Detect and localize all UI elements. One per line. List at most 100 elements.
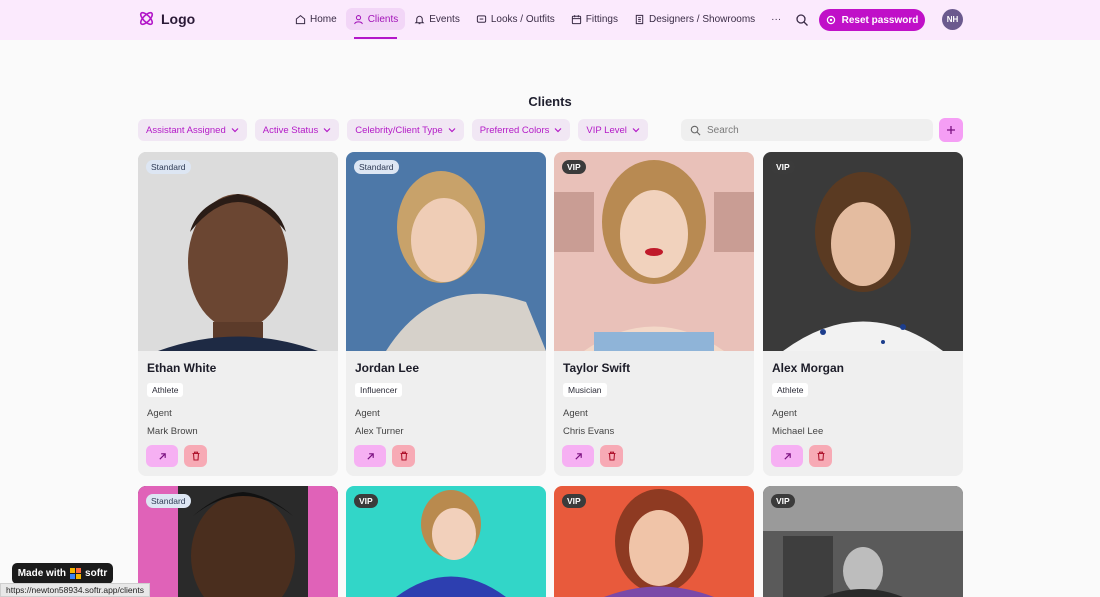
bell-icon [414, 15, 425, 24]
trash-icon [608, 451, 615, 461]
tier-badge: VIP [771, 160, 795, 174]
client-type-chip: Athlete [772, 383, 809, 397]
filter-label: Active Status [262, 124, 319, 136]
nav-home[interactable]: Home [288, 8, 344, 30]
filter-label: Assistant Assigned [146, 124, 226, 136]
nav-home-label: Home [310, 13, 337, 25]
arrow-up-right-icon [366, 452, 374, 460]
chevron-down-icon [632, 128, 640, 133]
client-card[interactable]: VIP [346, 486, 546, 597]
tier-badge: Standard [146, 160, 191, 174]
delete-button[interactable] [600, 445, 623, 467]
arrow-up-right-icon [783, 452, 791, 460]
agent-label: Agent [563, 408, 588, 419]
client-name: Taylor Swift [563, 361, 631, 375]
delete-button[interactable] [809, 445, 832, 467]
main-nav: Home Clients Events Looks / Outfits Fitt… [288, 8, 788, 39]
portrait-image [554, 152, 754, 351]
open-button[interactable] [146, 445, 178, 467]
agent-name: Chris Evans [563, 426, 615, 437]
trash-icon [400, 451, 407, 461]
add-client-button[interactable] [939, 118, 963, 142]
nav-designers-showrooms[interactable]: Designers / Showrooms [627, 8, 762, 30]
client-photo: Standard [346, 152, 546, 351]
filter-vip-level[interactable]: VIP Level [578, 119, 648, 141]
agent-label: Agent [147, 408, 172, 419]
open-button[interactable] [771, 445, 803, 467]
nav-events[interactable]: Events [407, 8, 467, 30]
client-name: Ethan White [147, 361, 217, 375]
agent-label: Agent [772, 408, 797, 419]
logo-icon [139, 11, 154, 26]
client-type-chip: Influencer [355, 383, 403, 397]
chevron-down-icon [448, 128, 456, 133]
filter-label: Celebrity/Client Type [355, 124, 443, 136]
nav-clients-label: Clients [367, 13, 399, 25]
logo-text: Logo [161, 10, 196, 27]
tier-badge: VIP [771, 494, 795, 508]
nav-more-button[interactable]: ··· [764, 8, 788, 30]
delete-button[interactable] [184, 445, 207, 467]
nav-looks-outfits[interactable]: Looks / Outfits [469, 8, 562, 30]
nav-fittings-label: Fittings [585, 13, 618, 25]
header-search-icon[interactable] [795, 13, 809, 27]
nav-looks-outfits-label: Looks / Outfits [490, 13, 555, 25]
client-photo: VIP [554, 152, 754, 351]
more-icon: ··· [771, 13, 782, 25]
client-photo: VIP [763, 152, 963, 351]
nav-fittings[interactable]: Fittings [564, 8, 625, 30]
client-name: Jordan Lee [355, 361, 420, 375]
client-card[interactable]: VIP [763, 486, 963, 597]
client-card[interactable]: VIP [554, 486, 754, 597]
filter-label: Preferred Colors [479, 124, 550, 136]
filter-client-type[interactable]: Celebrity/Client Type [347, 119, 464, 141]
nav-designers-showrooms-label: Designers / Showrooms [649, 13, 756, 25]
search-bar [681, 119, 933, 141]
arrow-up-right-icon [158, 452, 166, 460]
tier-badge: VIP [562, 494, 586, 508]
nav-clients[interactable]: Clients [345, 8, 406, 39]
nav-events-label: Events [429, 13, 460, 25]
client-name: Alex Morgan [772, 361, 845, 375]
chevron-down-icon [554, 128, 562, 133]
client-card[interactable]: Standard [138, 486, 338, 597]
tag-icon [476, 14, 486, 23]
agent-name: Mark Brown [147, 426, 198, 437]
softr-brand-label: softr [85, 568, 108, 579]
logo[interactable]: Logo [138, 10, 195, 27]
chevron-down-icon [323, 128, 331, 133]
agent-label: Agent [355, 408, 380, 419]
chevron-down-icon [231, 128, 239, 133]
calendar-icon [571, 14, 581, 24]
tier-badge: Standard [146, 494, 191, 508]
tier-badge: VIP [354, 494, 378, 508]
client-photo: VIP [554, 486, 754, 597]
open-button[interactable] [354, 445, 386, 467]
search-icon [690, 125, 701, 135]
portrait-image [346, 152, 546, 351]
agent-name: Michael Lee [772, 426, 824, 437]
trash-icon [817, 451, 824, 461]
filter-label: VIP Level [586, 124, 627, 136]
trash-icon [192, 451, 199, 461]
user-icon [353, 14, 363, 24]
home-icon [295, 14, 306, 24]
filter-preferred-colors[interactable]: Preferred Colors [471, 119, 571, 141]
client-type-chip: Musician [563, 383, 607, 397]
made-with-label: Made with [17, 568, 67, 579]
client-card[interactable]: VIP Alex Morgan Athlete Agent Michael Le… [763, 152, 963, 476]
top-nav-bar: Logo Home Clients Events Looks / Outfits… [0, 0, 1100, 40]
reset-password-label: Reset password [841, 14, 919, 26]
search-input[interactable] [707, 124, 917, 136]
client-card[interactable]: VIP Taylor Swift Musician Agent Chris Ev… [554, 152, 754, 476]
client-card[interactable]: Standard Ethan White Athlete Agent Mark … [138, 152, 338, 476]
filter-active-status[interactable]: Active Status [254, 119, 340, 141]
open-button[interactable] [562, 445, 594, 467]
filter-assistant-assigned[interactable]: Assistant Assigned [138, 119, 247, 141]
user-avatar[interactable]: NH [942, 9, 963, 30]
client-card[interactable]: Standard Jordan Lee Influencer Agent Ale… [346, 152, 546, 476]
reset-password-button[interactable]: Reset password [819, 9, 925, 31]
made-with-softr-badge[interactable]: Made with softr [12, 563, 113, 584]
tier-badge: VIP [562, 160, 586, 174]
delete-button[interactable] [392, 445, 415, 467]
